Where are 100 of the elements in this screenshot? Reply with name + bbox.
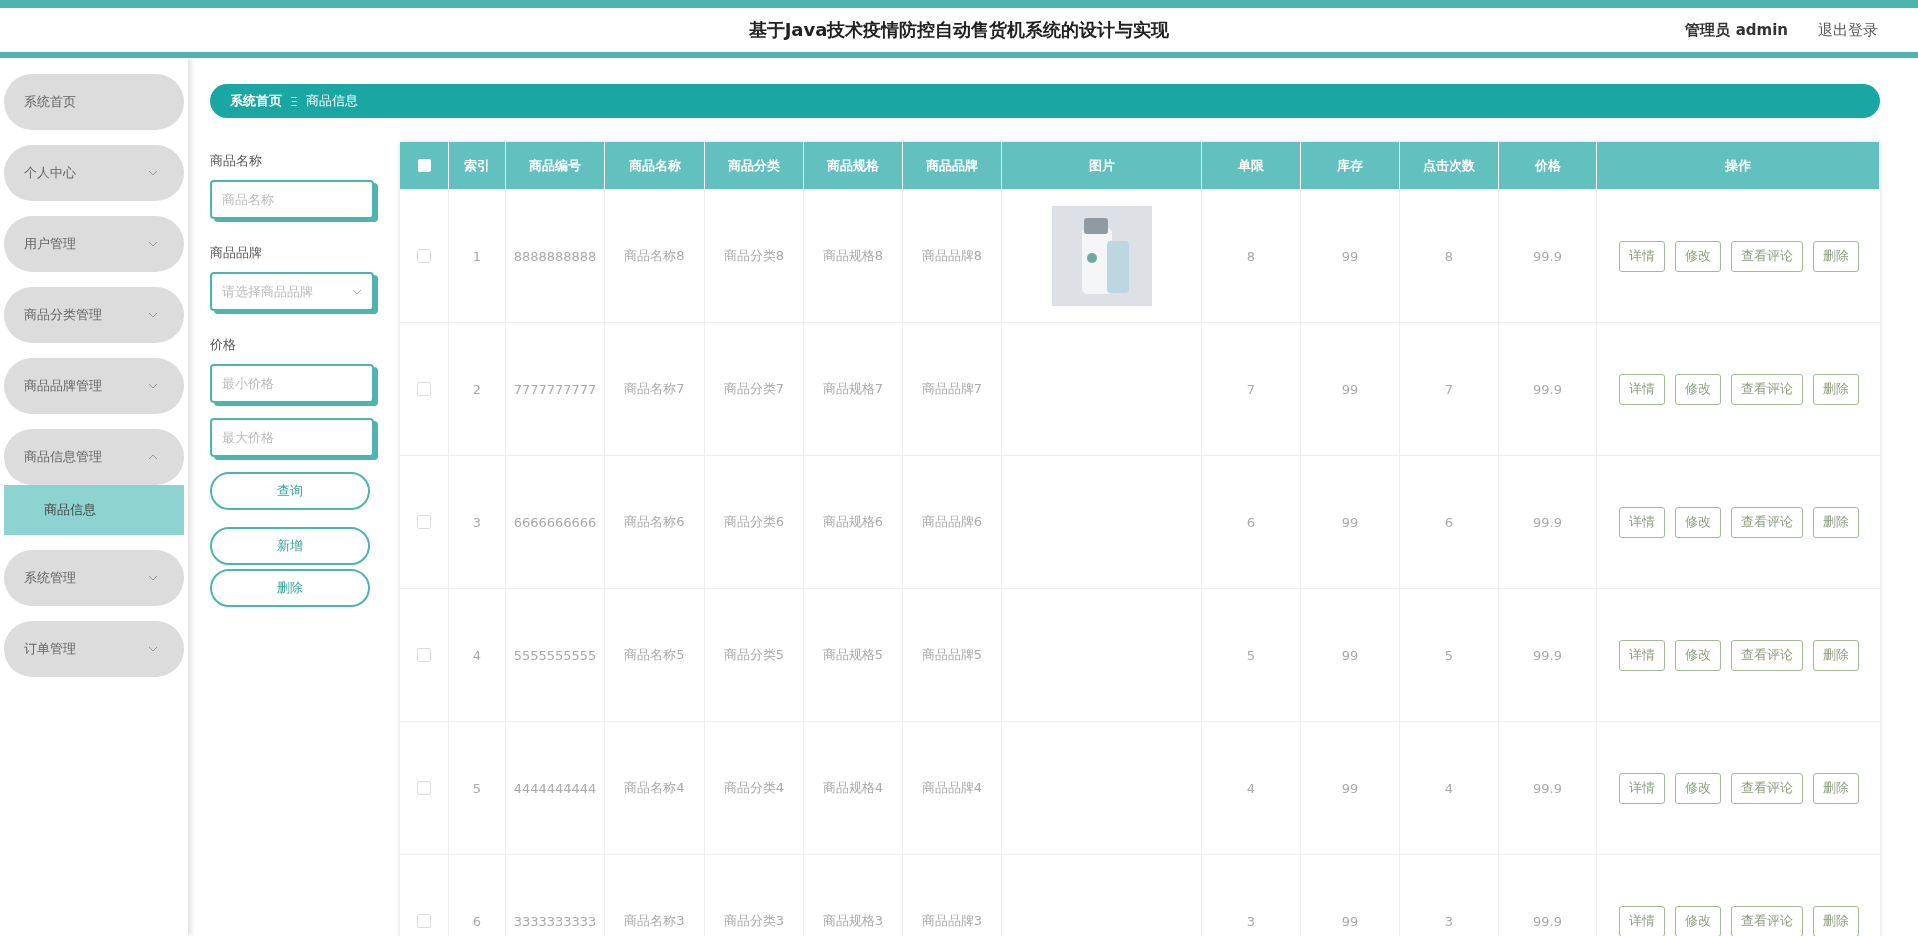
table-cell: 99	[1301, 323, 1400, 455]
table-cell: 4	[1202, 722, 1301, 854]
row-checkbox[interactable]	[417, 515, 431, 529]
column-header: 商品名称	[605, 142, 705, 189]
action-button[interactable]: 删除	[210, 569, 370, 607]
table-cell: 99.9	[1499, 855, 1597, 936]
sidebar-item[interactable]: 个人中心	[4, 145, 184, 201]
row-action-button[interactable]: 修改	[1674, 905, 1721, 936]
row-action-button[interactable]: 删除	[1812, 639, 1859, 671]
row-action-button[interactable]: 详情	[1618, 772, 1665, 804]
column-header: 商品品牌	[903, 142, 1002, 189]
table-cell: 99.9	[1499, 456, 1597, 588]
column-header: 索引	[449, 142, 506, 189]
row-action-button[interactable]: 查看评论	[1730, 240, 1803, 272]
row-action-button[interactable]: 删除	[1812, 373, 1859, 405]
row-action-button[interactable]: 修改	[1674, 240, 1721, 272]
table-cell: 商品规格4	[804, 722, 903, 854]
row-action-button[interactable]: 详情	[1618, 905, 1665, 936]
chevron-icon	[148, 383, 158, 389]
table-cell: 2	[449, 323, 506, 455]
chevron-icon	[148, 241, 158, 247]
row-action-button[interactable]: 删除	[1812, 240, 1859, 272]
table-cell: 3	[449, 456, 506, 588]
table-cell: 7777777777	[506, 323, 605, 455]
table-cell: 5	[1202, 589, 1301, 721]
sidebar-item[interactable]: 订单管理	[4, 621, 184, 677]
table-cell: 5555555555	[506, 589, 605, 721]
table-cell: 6	[449, 855, 506, 936]
sidebar-subitem[interactable]: 商品信息	[4, 485, 184, 535]
column-header: 点击次数	[1400, 142, 1499, 189]
sidebar-item[interactable]: 系统管理	[4, 550, 184, 606]
sidebar-item[interactable]: 系统首页	[4, 74, 184, 130]
table-cell: 商品品牌5	[903, 589, 1002, 721]
row-action-button[interactable]: 查看评论	[1730, 373, 1803, 405]
action-button[interactable]: 新增	[210, 527, 370, 565]
table-cell: 商品品牌8	[903, 190, 1002, 322]
table-cell: 商品规格8	[804, 190, 903, 322]
row-action-button[interactable]: 删除	[1812, 905, 1859, 936]
action-button[interactable]: 查询	[210, 472, 370, 510]
chevron-icon	[352, 288, 362, 295]
row-action-button[interactable]: 详情	[1618, 639, 1665, 671]
row-checkbox[interactable]	[417, 382, 431, 396]
row-action-button[interactable]: 查看评论	[1730, 506, 1803, 538]
row-checkbox[interactable]	[417, 914, 431, 928]
table-cell: 8	[1202, 190, 1301, 322]
column-header: 商品分类	[705, 142, 804, 189]
row-action-button[interactable]: 修改	[1674, 772, 1721, 804]
table-cell: 6	[1400, 456, 1499, 588]
row-action-button[interactable]: 修改	[1674, 506, 1721, 538]
table-cell: 5	[1400, 589, 1499, 721]
table-cell: 99.9	[1499, 323, 1597, 455]
table-cell: 99	[1301, 589, 1400, 721]
row-action-button[interactable]: 删除	[1812, 772, 1859, 804]
chevron-icon	[148, 312, 158, 318]
table-cell: 99	[1301, 855, 1400, 936]
table-cell: 8888888888	[506, 190, 605, 322]
table-cell: 商品名称7	[605, 323, 705, 455]
row-action-button[interactable]: 详情	[1618, 373, 1665, 405]
sidebar-item[interactable]: 商品分类管理	[4, 287, 184, 343]
table-cell: 商品分类7	[705, 323, 804, 455]
table-cell: 商品规格6	[804, 456, 903, 588]
table-cell: 商品品牌6	[903, 456, 1002, 588]
table-cell: 6666666666	[506, 456, 605, 588]
row-action-button[interactable]: 查看评论	[1730, 905, 1803, 936]
row-checkbox[interactable]	[417, 249, 431, 263]
table-cell: 7	[1202, 323, 1301, 455]
min-price-input[interactable]: 最小价格	[210, 364, 374, 403]
row-checkbox[interactable]	[417, 781, 431, 795]
name-input[interactable]: 商品名称	[210, 180, 374, 219]
row-action-button[interactable]: 详情	[1618, 240, 1665, 272]
row-action-button[interactable]: 修改	[1674, 639, 1721, 671]
breadcrumb-link[interactable]: 系统首页	[230, 92, 282, 110]
field-label: 价格	[210, 336, 237, 354]
table-cell: 商品分类8	[705, 190, 804, 322]
row-action-button[interactable]: 查看评论	[1730, 639, 1803, 671]
table-cell: 99.9	[1499, 190, 1597, 322]
table-cell: 99	[1301, 456, 1400, 588]
max-price-input[interactable]: 最大价格	[210, 418, 374, 457]
table-cell: 3	[1400, 855, 1499, 936]
table-cell: 商品分类5	[705, 589, 804, 721]
table-cell: 商品规格5	[804, 589, 903, 721]
logout-link[interactable]: 退出登录	[1818, 20, 1878, 40]
sidebar-item[interactable]: 商品品牌管理	[4, 358, 184, 414]
row-action-button[interactable]: 修改	[1674, 373, 1721, 405]
sidebar-item[interactable]: 商品信息管理	[4, 429, 184, 485]
row-action-button[interactable]: 查看评论	[1730, 772, 1803, 804]
table-cell: 3333333333	[506, 855, 605, 936]
column-header: 价格	[1499, 142, 1597, 189]
row-action-button[interactable]: 删除	[1812, 506, 1859, 538]
sidebar-item[interactable]: 用户管理	[4, 216, 184, 272]
column-header: 图片	[1002, 142, 1202, 189]
table-cell: 商品品牌3	[903, 855, 1002, 936]
row-action-button[interactable]: 详情	[1618, 506, 1665, 538]
table-cell: 商品分类4	[705, 722, 804, 854]
row-checkbox[interactable]	[417, 648, 431, 662]
table-cell: 99.9	[1499, 589, 1597, 721]
select-all-checkbox[interactable]	[417, 159, 431, 172]
table-cell: 99	[1301, 722, 1400, 854]
field-label: 商品名称	[210, 152, 263, 170]
breadcrumb-link[interactable]: 商品信息	[306, 92, 359, 110]
